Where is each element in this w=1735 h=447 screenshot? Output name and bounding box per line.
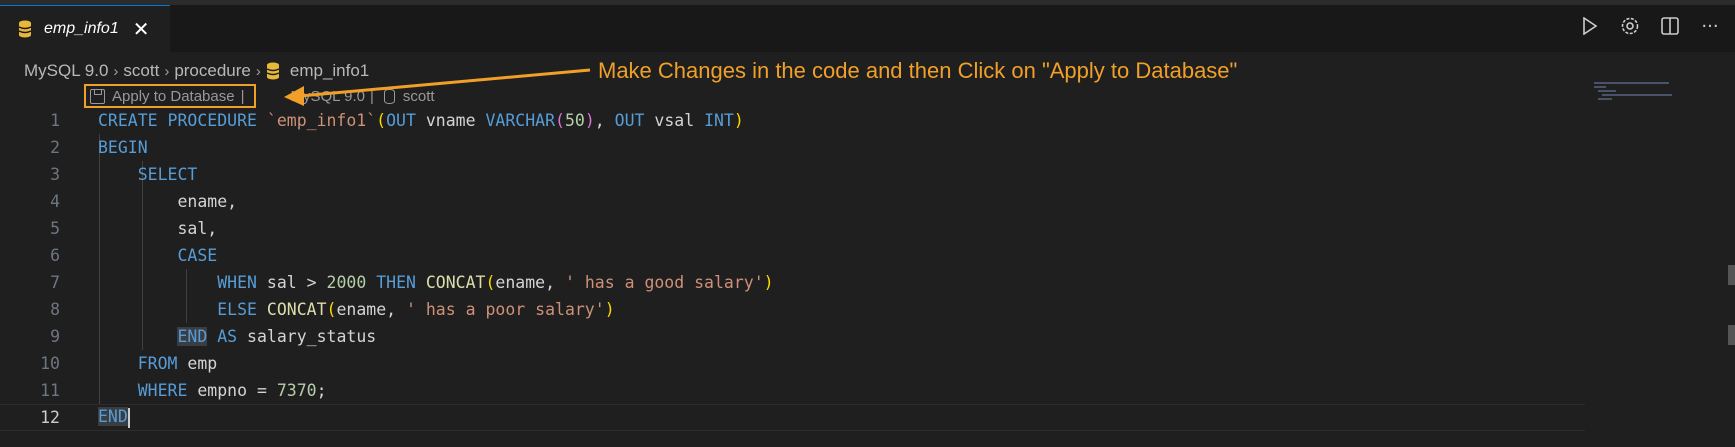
line-number: 4 <box>50 192 60 211</box>
codelens-bar: Apply to Database | MySQL 9.0 | scott <box>84 84 435 108</box>
chevron-right-icon: › <box>164 62 170 80</box>
breadcrumb-object[interactable]: emp_info1 <box>290 61 369 81</box>
database-icon <box>18 20 32 38</box>
database-outline-icon <box>383 88 395 104</box>
breadcrumb: MySQL 9.0 › scott › procedure › emp_info… <box>24 58 369 84</box>
line-number: 6 <box>50 246 60 265</box>
tutorial-annotation: Make Changes in the code and then Click … <box>598 58 1238 83</box>
split-editor-icon[interactable] <box>1659 15 1681 37</box>
code-line[interactable]: 8 ELSE CONCAT(ename, ' has a poor salary… <box>0 296 1580 323</box>
chevron-right-icon: › <box>113 62 119 80</box>
line-number: 5 <box>50 219 60 238</box>
save-icon <box>90 88 105 104</box>
code-line[interactable]: 10 FROM emp <box>0 350 1580 377</box>
line-number: 3 <box>50 165 60 184</box>
breadcrumb-folder[interactable]: procedure <box>174 61 251 81</box>
codelens-schema[interactable]: scott <box>383 87 435 105</box>
more-actions-icon[interactable]: ··· <box>1699 15 1721 37</box>
line-number: 9 <box>50 327 60 346</box>
code-editor[interactable]: 1 CREATE PROCEDURE `emp_info1`(OUT vname… <box>0 107 1585 431</box>
code-line[interactable]: 1 CREATE PROCEDURE `emp_info1`(OUT vname… <box>0 107 1580 134</box>
gear-icon[interactable] <box>1619 15 1641 37</box>
text-cursor <box>127 407 130 428</box>
line-number: 7 <box>50 273 60 292</box>
editor-actions: ··· <box>1579 15 1721 37</box>
run-icon[interactable] <box>1579 15 1601 37</box>
breadcrumb-schema[interactable]: scott <box>123 61 159 81</box>
breadcrumb-connection[interactable]: MySQL 9.0 <box>24 61 108 81</box>
minimap[interactable] <box>1594 82 1684 122</box>
codelens-separator: | <box>369 87 374 105</box>
code-line[interactable]: 7 WHEN sal > 2000 THEN CONCAT(ename, ' h… <box>0 269 1580 296</box>
apply-to-database-button[interactable]: Apply to Database | <box>84 84 257 108</box>
code-line[interactable]: 9 END AS salary_status <box>0 323 1580 350</box>
code-line[interactable]: 4 ename, <box>0 188 1580 215</box>
line-number: 10 <box>40 354 60 373</box>
codelens-connection[interactable]: MySQL 9.0 <box>290 88 364 105</box>
apply-label: Apply to Database <box>112 87 235 105</box>
database-icon <box>266 62 280 80</box>
tab-title: emp_info1 <box>44 20 119 37</box>
tab-emp-info1[interactable]: emp_info1 ✕ <box>0 5 170 52</box>
codelens-schema-label: scott <box>402 87 435 105</box>
code-line[interactable]: 11 WHERE empno = 7370; <box>0 377 1580 404</box>
editor-tab-bar: emp_info1 ✕ ··· <box>0 0 1735 52</box>
code-line-active[interactable]: 12 END <box>0 404 1585 431</box>
line-number: 2 <box>50 138 60 157</box>
codelens-separator: | <box>240 87 245 105</box>
scrollbar-marker[interactable] <box>1728 325 1735 345</box>
line-number: 1 <box>50 111 60 130</box>
scrollbar-marker[interactable] <box>1728 265 1735 285</box>
line-number: 8 <box>50 300 60 319</box>
code-line[interactable]: 5 sal, <box>0 215 1580 242</box>
code-line[interactable]: 3 SELECT <box>0 161 1580 188</box>
close-icon[interactable]: ✕ <box>133 19 150 39</box>
line-number: 11 <box>40 381 60 400</box>
code-line[interactable]: 2 BEGIN <box>0 134 1580 161</box>
chevron-right-icon: › <box>255 62 261 80</box>
code-line[interactable]: 6 CASE <box>0 242 1580 269</box>
line-number: 12 <box>40 408 60 427</box>
